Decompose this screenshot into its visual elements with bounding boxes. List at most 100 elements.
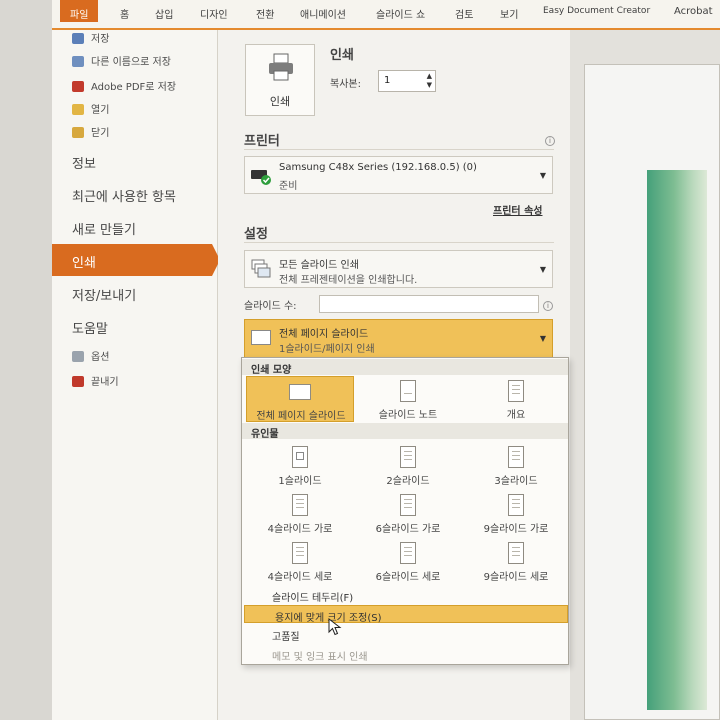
option-label: 9슬라이드 가로 <box>483 524 549 535</box>
slides-count-label: 슬라이드 수: <box>244 301 297 312</box>
divider <box>244 149 554 150</box>
copies-input[interactable]: 1 ▲ ▼ <box>378 70 436 92</box>
handout-lines <box>404 499 412 511</box>
handout-3-icon <box>508 446 524 468</box>
settings-header: 설정 <box>244 227 268 242</box>
handout-lines <box>404 451 412 463</box>
nav-save[interactable]: 저장 <box>72 30 109 45</box>
copies-label: 복사본: <box>330 79 361 90</box>
chevron-down-icon: ▼ <box>539 334 546 343</box>
nav-new[interactable]: 새로 만들기 <box>72 219 136 238</box>
outline-icon <box>508 380 524 402</box>
printer-status: 준비 <box>279 181 298 192</box>
print-range-desc: 전체 프레젠테이션을 인쇄합니다. <box>279 275 418 286</box>
nav-close[interactable]: 닫기 <box>72 124 109 139</box>
nav-exit[interactable]: 끝내기 <box>72 373 119 388</box>
print-preview <box>570 30 720 720</box>
menu-scale-to-fit[interactable]: 용지에 맞게 크기 조정(S) <box>244 605 568 624</box>
tab-view[interactable]: 보기 <box>500 6 518 21</box>
tab-transitions[interactable]: 전환 <box>256 6 274 21</box>
tab-acrobat[interactable]: Acrobat <box>674 6 713 17</box>
preview-slide <box>647 170 707 710</box>
tab-file[interactable]: 파일 <box>60 0 99 22</box>
nav-options[interactable]: 옵션 <box>72 348 109 363</box>
nav-save-adobe-pdf[interactable]: Adobe PDF로 저장 <box>72 78 176 93</box>
print-layout-menu: 인쇄 모양 전체 페이지 슬라이드 슬라이드 노트 개요 유인물 1슬라이드 2… <box>241 357 569 665</box>
option-label: 4슬라이드 세로 <box>267 572 333 583</box>
handout-lines <box>404 547 412 559</box>
nav-exit-label: 끝내기 <box>91 377 119 388</box>
tab-insert[interactable]: 삽입 <box>155 6 173 21</box>
folder-icon <box>72 104 84 115</box>
handout-9-vertical[interactable]: 9슬라이드 세로 <box>462 538 570 584</box>
close-folder-icon <box>72 127 84 138</box>
nav-open[interactable]: 열기 <box>72 101 109 116</box>
layout-title: 전체 페이지 슬라이드 <box>279 329 369 340</box>
handout-6h-icon <box>400 494 416 516</box>
option-label: 9슬라이드 세로 <box>483 572 549 583</box>
nav-save-as[interactable]: 다른 이름으로 저장 <box>72 53 171 68</box>
tab-design[interactable]: 디자인 <box>200 6 228 21</box>
option-full-page-slide[interactable]: 전체 페이지 슬라이드 <box>246 376 354 422</box>
notes-lines <box>404 393 412 397</box>
slides-count-input[interactable] <box>319 295 539 313</box>
handout-lines <box>296 547 304 559</box>
divider <box>244 242 554 243</box>
print-title: 인쇄 <box>330 48 354 63</box>
monitor-bezel <box>0 0 52 720</box>
info-icon[interactable]: i <box>543 301 553 311</box>
nav-info[interactable]: 정보 <box>72 153 96 172</box>
nav-recent[interactable]: 최근에 사용한 항목 <box>72 186 176 205</box>
option-label: 슬라이드 노트 <box>378 410 438 421</box>
handout-6-vertical[interactable]: 6슬라이드 세로 <box>354 538 462 584</box>
handout-1-icon <box>292 446 308 468</box>
handout-2-slides[interactable]: 2슬라이드 <box>354 442 462 488</box>
full-page-slide-icon <box>251 330 271 345</box>
print-range-dropdown[interactable]: 모든 슬라이드 인쇄 전체 프레젠테이션을 인쇄합니다. ▼ <box>244 250 553 288</box>
handout-4v-icon <box>292 542 308 564</box>
tab-animations[interactable]: 애니메이션 <box>300 6 346 21</box>
nav-options-label: 옵션 <box>91 352 110 363</box>
option-label: 3슬라이드 <box>494 476 538 487</box>
info-icon[interactable]: i <box>545 136 555 146</box>
option-label: 전체 페이지 슬라이드 <box>256 411 346 422</box>
print-button-label: 인쇄 <box>269 95 291 108</box>
tab-review[interactable]: 검토 <box>455 6 473 21</box>
nav-print-label: 인쇄 <box>72 256 96 271</box>
handout-lines <box>512 499 520 511</box>
option-label: 6슬라이드 세로 <box>375 572 441 583</box>
nav-print[interactable]: 인쇄 <box>52 244 212 276</box>
printer-properties-link[interactable]: 프린터 속성 <box>493 202 542 217</box>
screen: 파일 홈 삽입 디자인 전환 애니메이션 슬라이드 쇼 검토 보기 Easy D… <box>0 0 720 720</box>
layout-desc: 1슬라이드/페이지 인쇄 <box>279 344 375 355</box>
backstage-nav: 저장 다른 이름으로 저장 Adobe PDF로 저장 열기 닫기 정보 최근에… <box>52 30 220 720</box>
handout-4-horizontal[interactable]: 4슬라이드 가로 <box>246 490 354 536</box>
layout-dropdown[interactable]: 전체 페이지 슬라이드 1슬라이드/페이지 인쇄 ▼ <box>244 319 553 359</box>
adobe-pdf-icon <box>72 81 84 92</box>
handout-9-horizontal[interactable]: 9슬라이드 가로 <box>462 490 570 536</box>
copies-down-icon[interactable]: ▼ <box>427 81 432 89</box>
handout-lines <box>512 547 520 559</box>
printer-dropdown[interactable]: Samsung C48x Series (192.168.0.5) (0) 준비… <box>244 156 553 194</box>
option-label: 2슬라이드 <box>386 476 430 487</box>
option-label: 6슬라이드 가로 <box>375 524 441 535</box>
handout-3-slides[interactable]: 3슬라이드 <box>462 442 570 488</box>
handout-1-slide[interactable]: 1슬라이드 <box>246 442 354 488</box>
option-notes-page[interactable]: 슬라이드 노트 <box>354 376 462 422</box>
handout-4-vertical[interactable]: 4슬라이드 세로 <box>246 538 354 584</box>
printer-ready-icon <box>251 170 271 185</box>
option-outline[interactable]: 개요 <box>462 376 570 422</box>
tab-home[interactable]: 홈 <box>120 6 129 21</box>
menu-slide-border[interactable]: 슬라이드 테두리(F) <box>242 586 568 604</box>
menu-high-quality[interactable]: 고품질 <box>242 625 568 643</box>
nav-help[interactable]: 도움말 <box>72 318 108 337</box>
tab-easy-document-creator[interactable]: Easy Document Creator <box>543 6 650 16</box>
handout-6-horizontal[interactable]: 6슬라이드 가로 <box>354 490 462 536</box>
copies-up-icon[interactable]: ▲ <box>427 72 432 80</box>
tab-slideshow[interactable]: 슬라이드 쇼 <box>376 6 425 21</box>
nav-save-send[interactable]: 저장/보내기 <box>72 285 136 304</box>
options-icon <box>72 351 84 362</box>
print-button[interactable]: 인쇄 <box>245 44 315 116</box>
print-range-title: 모든 슬라이드 인쇄 <box>279 260 359 271</box>
handout-9h-icon <box>508 494 524 516</box>
